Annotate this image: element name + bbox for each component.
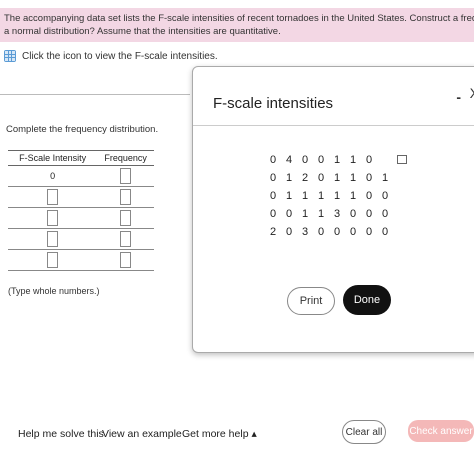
intensity-value: 0 (381, 226, 389, 238)
intensity-value: 0 (269, 208, 277, 220)
table-row: 0 (8, 165, 154, 187)
intensity-input[interactable] (47, 231, 59, 247)
intensity-input[interactable] (47, 189, 59, 205)
done-button[interactable]: Done (343, 285, 391, 315)
intensity-value: 1 (333, 172, 341, 184)
intensity-value: 0 (269, 190, 277, 202)
intensity-value: 1 (285, 190, 293, 202)
intensity-cell: 0 (8, 165, 98, 187)
intensity-value: 0 (365, 172, 373, 184)
intensity-value: 1 (381, 172, 389, 184)
popup-title: F-scale intensities (213, 95, 334, 112)
question-line-1: The accompanying data set lists the F-sc… (4, 13, 474, 24)
question-line-2: a normal distribution? Assume that the i… (4, 26, 281, 37)
intensity-value: 1 (349, 190, 357, 202)
intensity-value: 0 (285, 226, 293, 238)
intensity-value: 0 (365, 208, 373, 220)
frequency-input[interactable] (120, 231, 132, 247)
intensity-value: 3 (301, 226, 309, 238)
intensity-value: 1 (285, 172, 293, 184)
intensity-value (377, 153, 393, 167)
intensity-value: 0 (349, 226, 357, 238)
data-link-row: Click the icon to view the F-scale inten… (4, 48, 218, 64)
intensity-value: 0 (381, 208, 389, 220)
grid-icon[interactable] (4, 50, 16, 62)
frequency-input[interactable] (120, 168, 132, 184)
intensity-value: 0 (301, 154, 309, 166)
intensity-value: 0 (333, 226, 341, 238)
intensity-value: 3 (333, 208, 341, 220)
intensity-value: 1 (317, 190, 325, 202)
intensity-value: 1 (301, 208, 309, 220)
intensity-value: 0 (381, 190, 389, 202)
intensity-value: 1 (333, 154, 341, 166)
bottom-bar: Help me solve this View an example Get m… (0, 412, 474, 452)
intensity-value: 0 (365, 226, 373, 238)
intensity-values-grid: 040011001201101011111000011300020300000 (265, 153, 393, 239)
popup-divider (193, 125, 474, 126)
intensity-value: 2 (269, 226, 277, 238)
print-button[interactable]: Print (287, 287, 335, 315)
help-me-solve-link[interactable]: Help me solve this (18, 428, 104, 440)
intensity-value: 0 (317, 154, 325, 166)
divider (0, 94, 190, 95)
minimize-icon[interactable]: - (456, 89, 461, 105)
frequency-input[interactable] (120, 189, 132, 205)
check-answer-button[interactable]: Check answer (408, 420, 474, 442)
table-row (8, 207, 154, 229)
view-example-link[interactable]: View an example (102, 428, 182, 440)
intensity-value: 0 (365, 154, 373, 166)
instruction-text: Complete the frequency distribution. (6, 124, 159, 135)
intensity-value: 0 (269, 154, 277, 166)
data-popup: F-scale intensities - X 0400110012011010… (192, 66, 474, 353)
intensity-value: 0 (349, 208, 357, 220)
data-link-text: Click the icon to view the F-scale inten… (22, 50, 218, 62)
clear-all-button[interactable]: Clear all (342, 420, 386, 444)
header-frequency: Frequency (97, 150, 154, 166)
intensity-value: 1 (333, 190, 341, 202)
header-intensity: F-Scale Intensity (8, 150, 98, 166)
frequency-table: F-Scale Intensity Frequency 0 (8, 150, 154, 271)
intensity-value: 4 (285, 154, 293, 166)
input-note: (Type whole numbers.) (8, 286, 100, 296)
intensity-value: 1 (301, 190, 309, 202)
frequency-input[interactable] (120, 252, 132, 268)
intensity-input[interactable] (47, 210, 59, 226)
get-more-help-link[interactable]: Get more help ▴ (182, 428, 257, 440)
intensity-value: 1 (349, 154, 357, 166)
intensity-value: 0 (269, 172, 277, 184)
intensity-value: 0 (285, 208, 293, 220)
question-text: The accompanying data set lists the F-sc… (0, 8, 474, 42)
close-icon[interactable]: X (470, 85, 474, 101)
frequency-input[interactable] (120, 210, 132, 226)
copy-icon[interactable] (397, 155, 407, 164)
intensity-input[interactable] (47, 252, 59, 268)
table-row (8, 249, 154, 271)
intensity-value: 2 (301, 172, 309, 184)
intensity-value: 0 (317, 226, 325, 238)
intensity-value: 0 (365, 190, 373, 202)
intensity-value: 1 (349, 172, 357, 184)
table-row (8, 186, 154, 208)
table-row (8, 228, 154, 250)
intensity-value: 1 (317, 208, 325, 220)
intensity-value: 0 (317, 172, 325, 184)
